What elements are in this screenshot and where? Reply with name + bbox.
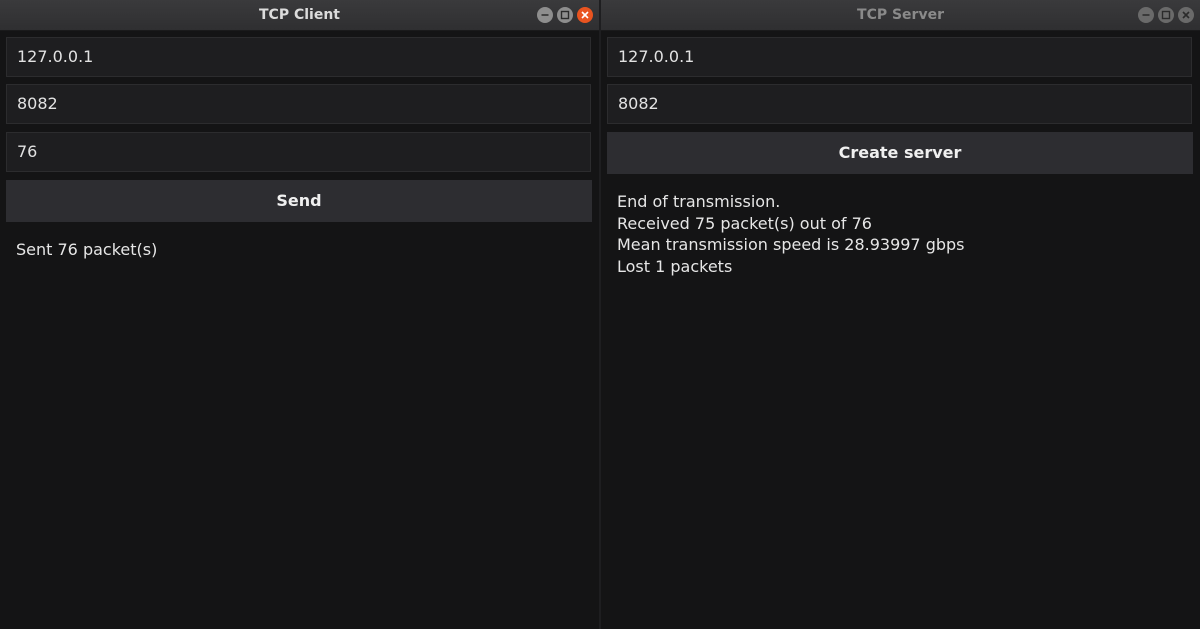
server-minimize-button[interactable]: [1138, 7, 1154, 23]
server-titlebar[interactable]: TCP Server: [601, 0, 1200, 31]
server-port-input[interactable]: 8082: [607, 84, 1192, 124]
minimize-icon: [1142, 14, 1150, 16]
server-close-button[interactable]: [1178, 7, 1194, 23]
server-maximize-button[interactable]: [1158, 7, 1174, 23]
client-packet-count-input[interactable]: 76: [6, 132, 591, 172]
maximize-icon: [560, 10, 570, 20]
server-status-log: End of transmission. Received 75 packet(…: [617, 191, 965, 277]
maximize-icon: [1161, 10, 1171, 20]
send-button[interactable]: Send: [6, 180, 592, 222]
server-status-line: Received 75 packet(s) out of 76: [617, 213, 872, 233]
tcp-client-window: TCP Client 127.0.0.1 8082 76 Send Sent 7…: [0, 0, 599, 629]
tcp-server-window: TCP Server 127.0.0.1 8082 Create server …: [601, 0, 1200, 629]
server-window-controls: [1134, 7, 1194, 23]
client-close-button[interactable]: [577, 7, 593, 23]
close-icon: [1182, 11, 1190, 19]
server-host-input[interactable]: 127.0.0.1: [607, 37, 1192, 77]
client-window-controls: [533, 7, 593, 23]
minimize-icon: [541, 14, 549, 16]
client-titlebar[interactable]: TCP Client: [0, 0, 599, 31]
server-status-line: Mean transmission speed is 28.93997 gbps: [617, 235, 965, 254]
client-minimize-button[interactable]: [537, 7, 553, 23]
client-status-line: Sent 76 packet(s): [16, 240, 158, 259]
create-server-button[interactable]: Create server: [607, 132, 1193, 174]
server-window-title: TCP Server: [857, 7, 944, 23]
server-status-line: Lost 1 packets: [617, 256, 733, 276]
client-port-input[interactable]: 8082: [6, 84, 591, 124]
client-window-title: TCP Client: [259, 7, 340, 23]
client-status-log: Sent 76 packet(s): [16, 239, 157, 261]
server-status-line: End of transmission.: [617, 192, 781, 211]
client-host-input[interactable]: 127.0.0.1: [6, 37, 591, 77]
client-maximize-button[interactable]: [557, 7, 573, 23]
close-icon: [581, 11, 589, 19]
